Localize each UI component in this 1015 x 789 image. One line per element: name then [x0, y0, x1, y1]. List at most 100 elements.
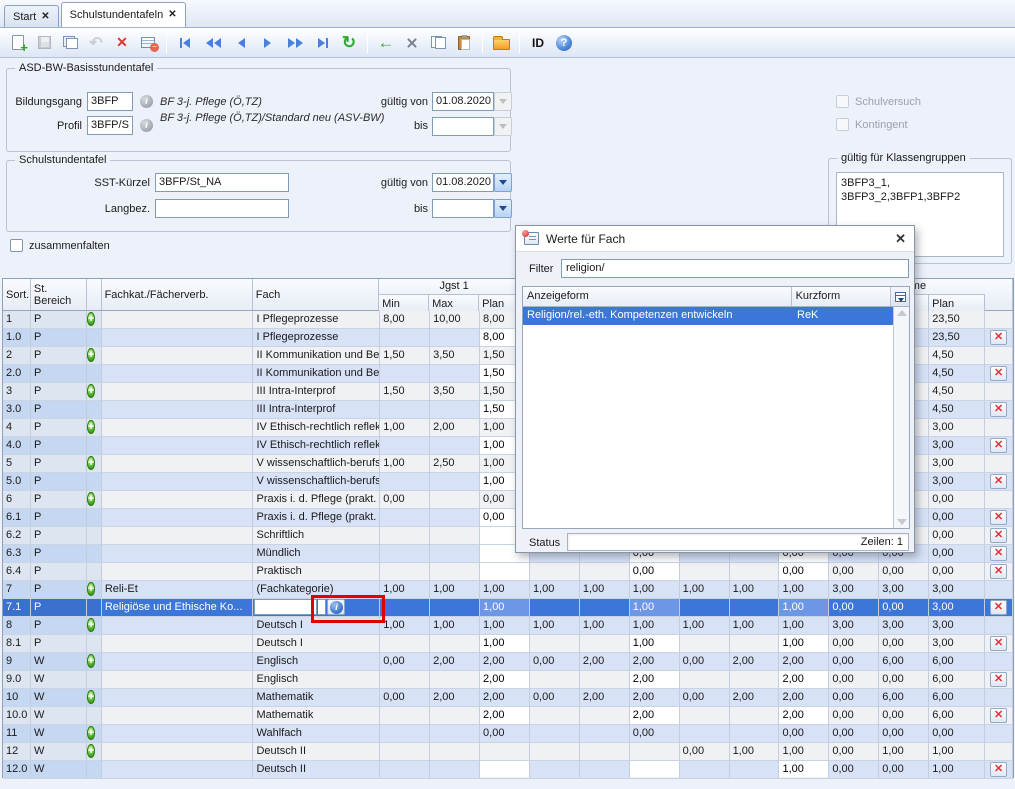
cell-value[interactable]: 3,00 [929, 635, 985, 653]
cell-value[interactable]: 3,00 [929, 455, 985, 473]
table-row[interactable]: 12.0WDeutsch II1,000,000,001,00 [3, 761, 1013, 779]
cell-value[interactable]: 0,00 [829, 761, 879, 779]
cell-value[interactable]: 2,00 [630, 707, 680, 725]
cell-value[interactable]: 0,00 [530, 653, 580, 671]
cell-value[interactable] [380, 563, 430, 581]
cell-value[interactable]: 0,00 [829, 725, 879, 743]
cell-value[interactable]: 0,00 [879, 725, 929, 743]
cell-value[interactable] [730, 635, 780, 653]
cell-value[interactable]: 1,00 [929, 761, 985, 779]
expand-plus-icon[interactable] [87, 582, 95, 596]
cell-value[interactable]: 1,00 [480, 635, 530, 653]
cell-value[interactable]: 3,00 [929, 473, 985, 491]
cell-value[interactable]: 0,00 [630, 563, 680, 581]
cell-value[interactable]: 1,00 [480, 581, 530, 599]
cell-value[interactable]: 4,50 [929, 401, 985, 419]
cell-value[interactable] [530, 761, 580, 779]
cell-value[interactable]: 0,00 [829, 653, 879, 671]
basis-bis-field[interactable] [432, 117, 494, 136]
basis-gueltig-von-field[interactable]: 01.08.2020 [432, 92, 494, 111]
cell-value[interactable]: 2,00 [480, 707, 530, 725]
cell-value[interactable]: 1,00 [630, 617, 680, 635]
cell-value[interactable] [480, 563, 530, 581]
cell-value[interactable] [380, 725, 430, 743]
cell-value[interactable]: 6,00 [929, 653, 985, 671]
table-row[interactable]: 7PReli-Et(Fachkategorie)1,001,001,001,00… [3, 581, 1013, 599]
delete-row-button[interactable] [990, 600, 1007, 615]
close-icon[interactable] [895, 232, 906, 245]
column-select-button[interactable] [891, 287, 909, 306]
cell-value[interactable]: 3,00 [879, 617, 929, 635]
cell-value[interactable]: 2,00 [430, 689, 480, 707]
cell-value[interactable]: 0,00 [879, 671, 929, 689]
cell-value[interactable]: 2,00 [480, 653, 530, 671]
cell-value[interactable] [430, 437, 480, 455]
cell-value[interactable] [430, 401, 480, 419]
cell-value[interactable] [580, 599, 630, 617]
delete-row-button[interactable] [990, 636, 1007, 651]
cell-value[interactable] [730, 707, 780, 725]
toolbar-refresh[interactable] [337, 31, 361, 55]
tab-schulstundentafeln[interactable]: Schulstundentafeln [61, 2, 186, 27]
toolbar-duplicate[interactable] [58, 31, 82, 55]
column-header-sort[interactable]: Sort. [3, 279, 31, 310]
cell-value[interactable] [680, 599, 730, 617]
cell-value[interactable]: 0,00 [929, 725, 985, 743]
cell-value[interactable]: 2,00 [430, 419, 480, 437]
toolbar-back-arrow[interactable] [374, 31, 398, 55]
cell-value[interactable] [430, 599, 480, 617]
cell-value[interactable] [430, 743, 480, 761]
cell-value[interactable]: 1,00 [730, 617, 780, 635]
cell-value[interactable]: 3,00 [929, 581, 985, 599]
delete-row-button[interactable] [990, 708, 1007, 723]
delete-row-button[interactable] [990, 366, 1007, 381]
cell-value[interactable]: 1,00 [380, 419, 430, 437]
cell-value[interactable]: 0,00 [929, 491, 985, 509]
cell-value[interactable] [530, 599, 580, 617]
toolbar-copy[interactable] [426, 31, 450, 55]
cell-value[interactable] [630, 761, 680, 779]
cell-value[interactable] [680, 563, 730, 581]
cell-value[interactable] [530, 725, 580, 743]
expand-plus-icon[interactable] [87, 618, 95, 632]
cell-value[interactable]: 2,00 [779, 653, 829, 671]
cell-value[interactable] [430, 329, 480, 347]
cell-value[interactable]: 0,00 [879, 599, 929, 617]
column-header-anzeigeform[interactable]: Anzeigeform [523, 287, 792, 306]
cell-value[interactable]: 2,00 [430, 653, 480, 671]
cell-value[interactable] [430, 491, 480, 509]
cell-value[interactable] [530, 743, 580, 761]
column-header-fach[interactable]: Fach [253, 279, 379, 310]
cell-value[interactable] [430, 671, 480, 689]
cell-value[interactable] [380, 401, 430, 419]
toolbar-table-remove[interactable] [136, 31, 160, 55]
cell-value[interactable]: 0,00 [779, 725, 829, 743]
table-row[interactable]: 10WMathematik0,002,002,000,002,002,000,0… [3, 689, 1013, 707]
cell-value[interactable]: 1,00 [879, 743, 929, 761]
cell-value[interactable]: 4,50 [929, 347, 985, 365]
table-row[interactable]: 8PDeutsch I1,001,001,001,001,001,001,001… [3, 617, 1013, 635]
cell-value[interactable]: 1,00 [430, 617, 480, 635]
cell-value[interactable]: 1,50 [380, 383, 430, 401]
dialog-result-row[interactable]: Religion/rel.-eth. Kompetenzen entwickel… [523, 307, 893, 325]
cell-value[interactable] [430, 509, 480, 527]
cell-value[interactable] [480, 761, 530, 779]
cell-value[interactable] [680, 671, 730, 689]
cell-value[interactable]: 3,00 [829, 617, 879, 635]
cell-value[interactable]: 0,00 [380, 653, 430, 671]
cell-value[interactable]: 1,00 [779, 743, 829, 761]
cell-value[interactable] [580, 635, 630, 653]
column-header-max[interactable]: Max [429, 295, 479, 311]
cell-value[interactable]: 2,00 [779, 707, 829, 725]
cell-value[interactable]: 2,00 [580, 689, 630, 707]
toolbar-id-button[interactable]: ID [526, 31, 550, 55]
delete-row-button[interactable] [990, 546, 1007, 561]
cell-value[interactable]: 6,00 [929, 689, 985, 707]
cell-value[interactable]: 1,00 [380, 455, 430, 473]
expand-plus-icon[interactable] [87, 654, 95, 668]
column-header-bereich[interactable]: St. Bereich [31, 279, 87, 310]
scroll-down-icon[interactable] [897, 519, 907, 525]
table-row[interactable]: 7.1PReligiöse und Ethische Ko...1,001,00… [3, 599, 1013, 617]
delete-row-button[interactable] [990, 402, 1007, 417]
cell-value[interactable] [380, 509, 430, 527]
